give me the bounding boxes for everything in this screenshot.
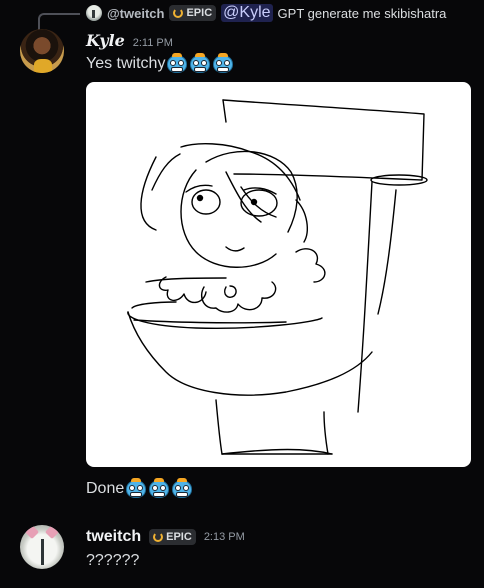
timestamp-tweitch[interactable]: 2:13 PM <box>204 531 245 543</box>
toilet-sketch-image <box>127 99 428 455</box>
message-header-kyle: Kyle 2:11 PM <box>86 31 173 50</box>
reply-avatar[interactable] <box>86 5 102 21</box>
guild-tag[interactable]: EPIC <box>149 529 196 545</box>
message-text-tweitch: ?????? <box>86 552 139 570</box>
reply-username[interactable]: @tweitch <box>107 6 164 21</box>
tag-label: EPIC <box>166 531 192 543</box>
tag-icon <box>173 8 184 18</box>
reply-guild-tag[interactable]: EPIC <box>169 5 217 21</box>
message-body: ?????? <box>86 552 140 569</box>
message-body: Yes twitchy <box>86 55 166 72</box>
username-tweitch[interactable]: tweitch <box>86 528 141 546</box>
username-kyle[interactable]: Kyle <box>86 31 125 50</box>
image-attachment[interactable] <box>86 82 471 467</box>
avatar-kyle[interactable] <box>20 29 64 73</box>
chat-view: @tweitch EPIC @Kyle GPT generate me skib… <box>0 0 484 588</box>
timestamp-kyle[interactable]: 2:11 PM <box>133 37 173 49</box>
robot-face-emoji[interactable] <box>212 53 234 75</box>
message-body: Done <box>86 480 125 497</box>
robot-face-emoji[interactable] <box>171 478 193 500</box>
robot-face-emoji[interactable] <box>166 53 188 75</box>
robot-face-emoji[interactable] <box>148 478 170 500</box>
cat-ear-icon <box>44 525 60 540</box>
reply-mention[interactable]: @Kyle <box>221 4 273 22</box>
reply-text: GPT generate me skibishatra <box>277 5 447 21</box>
tag-icon <box>153 532 164 542</box>
message-header-tweitch: tweitch EPIC 2:13 PM <box>86 528 245 546</box>
message-text-kyle: Yes twitchy <box>86 53 234 75</box>
avatar-tweitch[interactable] <box>20 525 64 569</box>
reply-preview[interactable]: @tweitch EPIC @Kyle GPT generate me skib… <box>107 4 446 22</box>
reply-tag-label: EPIC <box>186 7 213 19</box>
robot-face-emoji[interactable] <box>189 53 211 75</box>
message-text-kyle-followup: Done <box>86 478 193 500</box>
cat-ear-icon <box>24 525 40 540</box>
robot-face-emoji[interactable] <box>125 478 147 500</box>
